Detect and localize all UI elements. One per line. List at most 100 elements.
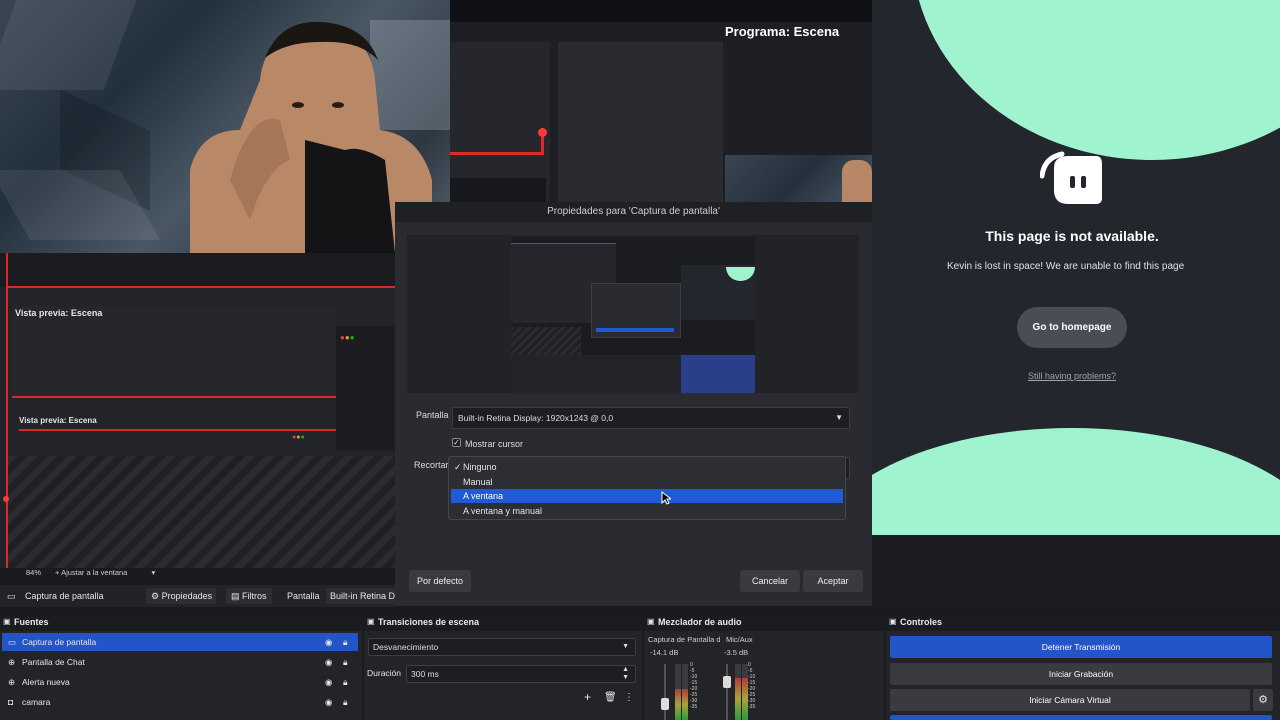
channel-db: -14.1 dB xyxy=(650,648,679,657)
monitor-icon: ▭ xyxy=(7,591,16,601)
properties-button-label: Propiedades xyxy=(161,591,213,601)
source-label: Captura de pantalla xyxy=(22,637,97,647)
duration-label: Duración xyxy=(367,668,402,678)
webcam-feed xyxy=(0,0,450,253)
gear-icon[interactable]: ⚙ xyxy=(1253,689,1273,711)
source-row-captura[interactable]: ▭ Captura de pantalla ◉ 🔒︎ xyxy=(2,633,358,651)
properties-dialog: Propiedades para 'Captura de pantalla' P… xyxy=(395,202,872,606)
transition-select[interactable]: Desvanecimiento ▼ xyxy=(368,638,636,656)
error-headline: This page is not available. xyxy=(985,228,1159,244)
eye-icon[interactable]: ◉ xyxy=(325,673,332,691)
volume-slider-handle[interactable] xyxy=(661,698,669,710)
dock-icon: ▣ xyxy=(3,617,11,626)
camera-icon: ◘ xyxy=(8,697,14,707)
filter-icon: ▤ xyxy=(231,591,240,601)
eye-icon[interactable]: ◉ xyxy=(325,653,332,671)
window-dots-icon: ●●● xyxy=(340,333,355,342)
channel-name: Mic/Aux xyxy=(726,635,753,644)
program-preview: Programa: Escena xyxy=(450,0,872,202)
source-row-chat[interactable]: ⊕ Pantalla de Chat ◉ 🔒︎ xyxy=(2,653,358,671)
source-toolbar: ▭ Captura de pantalla ⚙ Propiedades ▤ Fi… xyxy=(0,585,395,607)
source-label: camara xyxy=(22,697,51,707)
go-to-homepage-button[interactable]: Go to homepage xyxy=(1017,307,1127,348)
option-a-ventana[interactable]: A ventana xyxy=(451,489,843,503)
start-virtual-camera-button[interactable]: Iniciar Cámara Virtual xyxy=(890,689,1250,711)
window-dots-icon-small: ●●● xyxy=(292,434,305,441)
option-manual[interactable]: Manual xyxy=(451,475,843,489)
recortar-label: Recortar xyxy=(414,460,449,470)
source-label: Pantalla de Chat xyxy=(22,657,85,667)
capture-preview-thumbnail xyxy=(407,235,859,393)
dialog-title: Propiedades para 'Captura de pantalla' xyxy=(395,202,872,222)
add-icon[interactable]: + xyxy=(584,690,591,704)
checkmark-icon: ✓ xyxy=(454,462,462,472)
display-select[interactable]: Built-in Retina Di xyxy=(326,588,395,604)
controls-dock: Controles ▣ Detener Transmisión Iniciar … xyxy=(886,614,1280,720)
mouse-cursor-icon xyxy=(661,491,671,505)
pantalla-label: Pantalla xyxy=(416,410,449,420)
fit-window-label: Ajustar a la ventana xyxy=(61,568,128,577)
volume-slider-handle[interactable] xyxy=(723,676,731,688)
default-button[interactable]: Por defecto xyxy=(409,570,471,592)
eye-icon[interactable]: ◉ xyxy=(325,633,332,651)
volume-meter xyxy=(682,664,688,720)
browser-lower-area xyxy=(872,535,1280,606)
sources-dock: Fuentes ▣ ▭ Captura de pantalla ◉ 🔒︎ ⊕ P… xyxy=(0,614,362,720)
volume-slider-track xyxy=(726,664,728,720)
help-link[interactable]: Still having problems? xyxy=(872,371,1272,381)
sources-title: Fuentes xyxy=(0,614,362,631)
stop-stream-button[interactable]: Detener Transmisión xyxy=(890,636,1272,658)
stepper-icon[interactable]: ▲ ▼ xyxy=(622,666,629,682)
mostrar-cursor-label: Mostrar cursor xyxy=(465,439,524,449)
duration-value: 300 ms xyxy=(411,669,439,679)
mostrar-cursor-checkbox[interactable]: ✓ xyxy=(452,438,461,447)
dock-icon: ▣ xyxy=(889,617,897,626)
pantalla-value: Built-in Retina Display: 1920x1243 @ 0,0 xyxy=(458,413,614,423)
volume-slider-track xyxy=(664,664,666,720)
globe-icon: ⊕ xyxy=(8,657,16,667)
preview-area: Vista previa: Escena ●●● Vista previa: E… xyxy=(0,253,395,568)
option-a-ventana-y-manual[interactable]: A ventana y manual xyxy=(451,504,843,518)
accept-button[interactable]: Aceptar xyxy=(803,570,863,592)
filters-button[interactable]: ▤ Filtros xyxy=(226,588,272,604)
error-message: Kevin is lost in space! We are unable to… xyxy=(947,261,1185,272)
start-recording-button[interactable]: Iniciar Grabación xyxy=(890,663,1272,685)
eye-icon[interactable]: ◉ xyxy=(325,693,332,711)
properties-button[interactable]: ⚙ Propiedades xyxy=(146,588,216,604)
toolbar-source-name: Captura de pantalla xyxy=(25,591,104,601)
channel-db: -3.5 dB xyxy=(724,648,749,657)
transitions-title: Transiciones de escena xyxy=(364,614,642,631)
transitions-dock: Transiciones de escena ▣ Desvanecimiento… xyxy=(364,614,642,720)
lock-icon[interactable]: 🔒︎ xyxy=(343,653,348,671)
lock-icon[interactable]: 🔒︎ xyxy=(343,633,348,651)
trash-icon[interactable]: 🗑︎ xyxy=(604,692,617,703)
source-row-alerta[interactable]: ⊕ Alerta nueva ◉ 🔒︎ xyxy=(2,673,358,691)
dock-icon: ▣ xyxy=(647,617,655,626)
more-icon[interactable]: ⋮ xyxy=(624,692,634,703)
decorative-blob-top xyxy=(912,0,1280,160)
monitor-icon: ▭ xyxy=(8,637,17,647)
volume-meter xyxy=(735,664,741,720)
zoom-level[interactable]: 84% xyxy=(26,568,41,577)
gear-icon: ⚙ xyxy=(151,591,160,601)
duration-input[interactable]: 300 ms ▲ ▼ xyxy=(406,665,636,683)
chevron-down-icon: ▼ xyxy=(835,413,843,422)
mixer-title: Mezclador de audio xyxy=(644,614,884,631)
fit-window-option[interactable]: + Ajustar a la ventana ▾ xyxy=(55,568,155,577)
kevin-ghost-icon xyxy=(1040,151,1102,204)
globe-icon: ⊕ xyxy=(8,677,16,687)
pantalla-select[interactable]: Built-in Retina Display: 1920x1243 @ 0,0… xyxy=(452,407,850,429)
pantalla-toolbar-label: Pantalla xyxy=(287,591,320,601)
cancel-button[interactable]: Cancelar xyxy=(740,570,800,592)
filters-button-label: Filtros xyxy=(242,591,267,601)
source-row-camara[interactable]: ◘ camara ◉ 🔒︎ xyxy=(2,693,358,711)
meter-ticks: 0 -5 -10 -15 -20 -25 -30 -35 xyxy=(748,662,756,710)
preview-title-nested: Vista previa: Escena xyxy=(19,416,97,425)
source-label: Alerta nueva xyxy=(22,677,70,687)
next-control-button[interactable] xyxy=(890,715,1272,720)
lock-icon[interactable]: 🔒︎ xyxy=(343,673,348,691)
browser-source-page: This page is not available. Kevin is los… xyxy=(872,0,1280,535)
option-ninguno[interactable]: ✓ Ninguno xyxy=(451,460,843,474)
lock-icon[interactable]: 🔒︎ xyxy=(343,693,348,711)
preview-title: Vista previa: Escena xyxy=(15,308,103,318)
